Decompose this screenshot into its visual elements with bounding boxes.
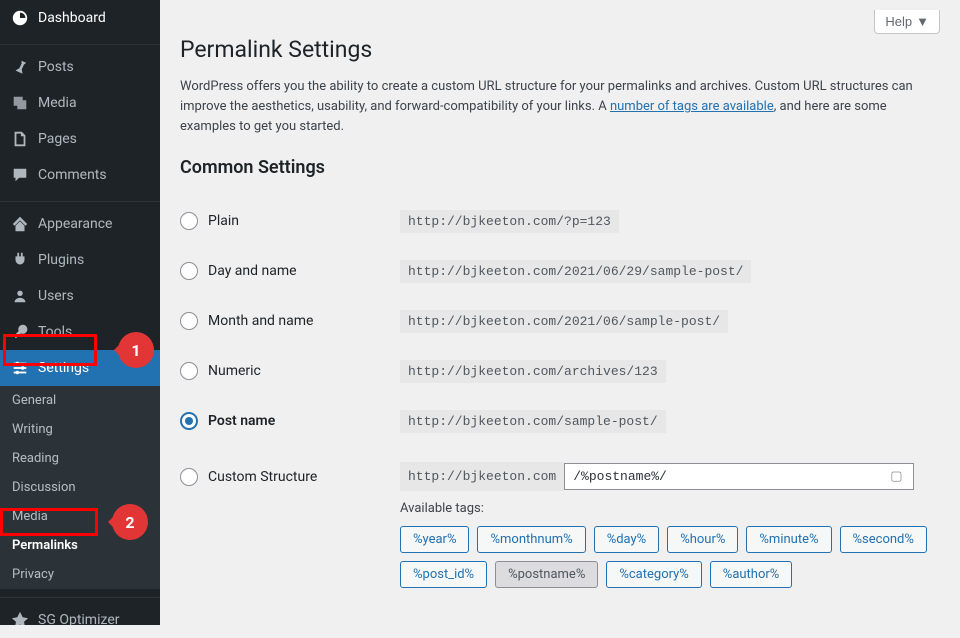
example-code: http://bjkeeton.com/sample-post/ [400,410,666,433]
sidebar-item-label: Posts [38,59,74,75]
tag-button[interactable]: %hour% [667,526,738,553]
sidebar-item-label: Comments [38,167,107,183]
sidebar-item-appearance[interactable]: Appearance [0,206,160,242]
option-label: Day and name [208,263,297,279]
available-tags-label: Available tags: [400,501,940,516]
permalink-options: Plain http://bjkeeton.com/?p=123 Day and… [180,196,940,588]
sidebar-item-comments[interactable]: Comments [0,157,160,193]
tags-available-link[interactable]: number of tags are available [610,99,774,114]
sidebar-item-settings[interactable]: Settings [0,350,160,386]
option-row-numeric: Numeric http://bjkeeton.com/archives/123 [180,346,940,396]
example-code: http://bjkeeton.com/archives/123 [400,360,666,383]
custom-structure-input[interactable] [564,463,914,490]
tag-button[interactable]: %minute% [746,526,831,553]
tag-button[interactable]: %post_id% [400,561,487,588]
admin-sidebar: Dashboard Posts Media Pages Comments [0,0,160,625]
submenu-item-reading[interactable]: Reading [0,444,160,473]
submenu-item-privacy[interactable]: Privacy [0,560,160,589]
help-button[interactable]: Help ▼ [874,10,940,34]
plugins-icon [10,250,30,270]
option-row-custom: Custom Structure http://bjkeeton.com ▢ [180,446,940,507]
radio-post-name[interactable] [180,412,198,430]
option-row-month-name: Month and name http://bjkeeton.com/2021/… [180,296,940,346]
radio-numeric[interactable] [180,362,198,380]
tag-button[interactable]: %day% [594,526,660,553]
example-code: http://bjkeeton.com/2021/06/sample-post/ [400,310,728,333]
clipboard-icon: ▢ [890,469,902,484]
chevron-down-icon: ▼ [916,14,929,29]
option-row-day-name: Day and name http://bjkeeton.com/2021/06… [180,246,940,296]
tag-button[interactable]: %postname% [495,561,598,588]
option-label: Plain [208,213,239,229]
sidebar-item-media[interactable]: Media [0,85,160,121]
radio-custom[interactable] [180,468,198,486]
menu-separator [0,40,160,45]
pin-icon [10,57,30,77]
option-label: Custom Structure [208,469,317,485]
submenu-item-media[interactable]: Media [0,502,160,531]
radio-day-name[interactable] [180,262,198,280]
submenu-item-discussion[interactable]: Discussion [0,473,160,502]
sidebar-item-pages[interactable]: Pages [0,121,160,157]
tag-button[interactable]: %monthnum% [477,526,585,553]
tools-icon [10,322,30,342]
available-tags: Available tags: %year% %monthnum% %day% %ho… [400,501,940,588]
menu-separator [0,197,160,202]
users-icon [10,286,30,306]
submenu-item-permalinks[interactable]: Permalinks [0,531,160,560]
tag-button[interactable]: %second% [840,526,927,553]
option-label: Post name [208,413,275,429]
option-label: Numeric [208,363,261,379]
sidebar-item-label: Pages [38,131,77,147]
appearance-icon [10,214,30,234]
section-heading: Common Settings [180,157,940,178]
sidebar-item-label: SG Optimizer [38,612,119,628]
main-content: Help ▼ Permalink Settings WordPress offe… [160,0,960,625]
sidebar-item-label: Appearance [38,216,112,232]
intro-text: WordPress offers you the ability to crea… [180,77,940,137]
radio-plain[interactable] [180,212,198,230]
media-icon [10,93,30,113]
sidebar-item-sg-optimizer[interactable]: SG Optimizer [0,602,160,638]
comments-icon [10,165,30,185]
sidebar-item-label: Plugins [38,252,84,268]
sidebar-item-label: Users [38,288,74,304]
sidebar-item-label: Media [38,95,77,111]
sidebar-item-users[interactable]: Users [0,278,160,314]
option-row-post-name: Post name http://bjkeeton.com/sample-pos… [180,396,940,446]
tag-button[interactable]: %year% [400,526,469,553]
sidebar-item-tools[interactable]: Tools [0,314,160,350]
option-row-plain: Plain http://bjkeeton.com/?p=123 [180,196,940,246]
sidebar-item-dashboard[interactable]: Dashboard [0,0,160,36]
sidebar-item-plugins[interactable]: Plugins [0,242,160,278]
submenu-item-general[interactable]: General [0,386,160,415]
menu-separator [0,593,160,598]
sidebar-item-label: Settings [38,360,89,376]
tag-button[interactable]: %category% [606,561,701,588]
sidebar-item-label: Tools [38,324,72,340]
base-url: http://bjkeeton.com [400,462,564,491]
dashboard-icon [10,8,30,28]
help-label: Help [885,14,912,29]
settings-icon [10,358,30,378]
tag-button[interactable]: %author% [710,561,793,588]
sidebar-item-label: Dashboard [38,10,106,26]
pages-icon [10,129,30,149]
settings-submenu: General Writing Reading Discussion Media… [0,386,160,589]
page-title: Permalink Settings [180,36,940,63]
sg-icon [10,610,30,630]
example-code: http://bjkeeton.com/2021/06/29/sample-po… [400,260,751,283]
example-code: http://bjkeeton.com/?p=123 [400,210,619,233]
option-label: Month and name [208,313,313,329]
submenu-item-writing[interactable]: Writing [0,415,160,444]
radio-month-name[interactable] [180,312,198,330]
sidebar-item-posts[interactable]: Posts [0,49,160,85]
